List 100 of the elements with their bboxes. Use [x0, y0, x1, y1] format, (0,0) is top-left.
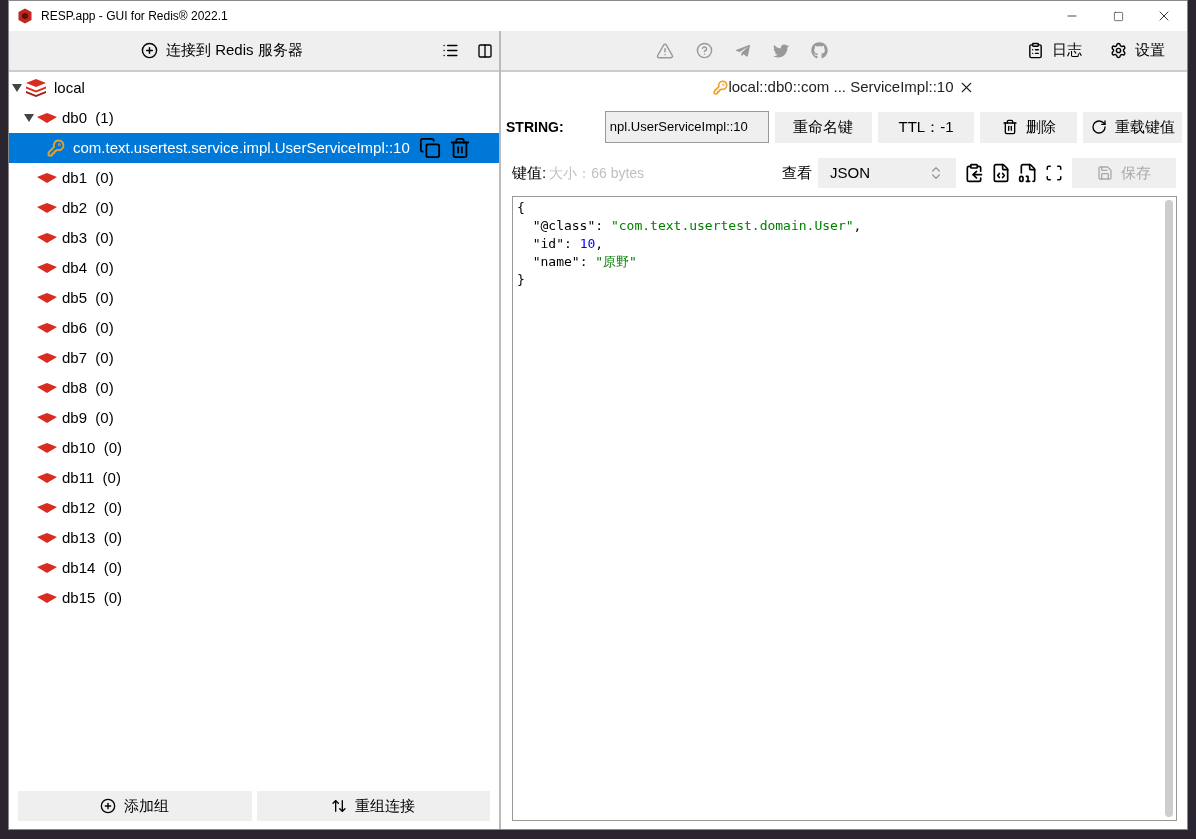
connection-item[interactable]: local	[9, 73, 499, 103]
database-item[interactable]: db8 (0)	[9, 373, 499, 403]
database-icon	[36, 412, 58, 424]
view-label: 查看	[782, 162, 812, 183]
split-view-icon[interactable]	[477, 42, 493, 59]
value-label: 键值:	[512, 162, 547, 183]
key-name-field[interactable]: npl.UserServiceImpl::10	[604, 111, 769, 143]
log-button[interactable]: 日志	[1027, 39, 1082, 62]
list-icon[interactable]	[442, 42, 459, 59]
key-item[interactable]: com.text.usertest.service.impl.UserServiceImpl::10	[9, 133, 499, 163]
database-icon	[36, 562, 58, 574]
up-down-arrows-icon	[331, 798, 348, 814]
scrollbar[interactable]	[1165, 200, 1173, 817]
database-item[interactable]: db10 (0)	[9, 433, 499, 463]
database-icon	[36, 592, 58, 604]
database-item[interactable]: db5 (0)	[9, 283, 499, 313]
database-name: db1 (0)	[62, 167, 114, 188]
reload-icon	[1090, 119, 1107, 135]
code-file-icon[interactable]	[991, 163, 1011, 183]
plus-icon	[141, 42, 158, 59]
maximize-icon[interactable]	[1112, 10, 1124, 22]
database-icon	[36, 382, 58, 394]
database-name: db11 (0)	[62, 467, 121, 488]
key-name: com.text.usertest.service.impl.UserServiceImpl::10	[73, 137, 410, 158]
database-name: db7 (0)	[62, 347, 114, 368]
database-name: db10 (0)	[62, 437, 123, 458]
database-item[interactable]: db2 (0)	[9, 193, 499, 223]
database-name: db4 (0)	[62, 257, 114, 278]
database-name: db0 (1)	[62, 107, 114, 128]
value-size: 大小：66 bytes	[549, 163, 645, 183]
database-item[interactable]: db9 (0)	[9, 403, 499, 433]
database-icon	[36, 442, 58, 454]
database-icon	[36, 262, 58, 274]
down-triangle-icon[interactable]	[11, 83, 23, 93]
database-name: db14 (0)	[62, 557, 123, 578]
connect-button[interactable]: 连接到 Redis 服务器	[141, 39, 303, 62]
database-item[interactable]: db0 (1)	[9, 103, 499, 133]
database-item[interactable]: db14 (0)	[9, 553, 499, 583]
database-name: db5 (0)	[62, 287, 114, 308]
regroup-button[interactable]: 重组连接	[256, 791, 490, 821]
stack-icon	[25, 78, 47, 98]
database-icon	[36, 112, 58, 124]
database-name: db8 (0)	[62, 377, 114, 398]
database-item[interactable]: db3 (0)	[9, 223, 499, 253]
database-item[interactable]: db11 (0)	[9, 463, 499, 493]
window-title: RESP.app - GUI for Redis® 2022.1	[41, 8, 228, 25]
trash-icon	[1001, 119, 1018, 135]
delete-button[interactable]: 删除	[980, 111, 1078, 143]
database-item[interactable]: db6 (0)	[9, 313, 499, 343]
down-triangle-icon[interactable]	[23, 113, 35, 123]
copy-icon[interactable]	[419, 137, 441, 159]
database-icon	[36, 352, 58, 364]
delete-icon[interactable]	[449, 137, 471, 159]
clipboard-icon[interactable]	[964, 163, 984, 183]
database-icon	[36, 472, 58, 484]
database-name: db9 (0)	[62, 407, 114, 428]
database-item[interactable]: db15 (0)	[9, 583, 499, 613]
database-item[interactable]: db7 (0)	[9, 343, 499, 373]
key-icon	[713, 80, 729, 95]
code-line: "name": "原野"	[531, 253, 637, 271]
gear-icon	[1110, 42, 1127, 59]
key-icon	[47, 139, 65, 157]
format-select[interactable]: JSON	[818, 158, 956, 188]
database-icon	[36, 322, 58, 334]
value-editor[interactable]: { "@class": "com.text.usertest.domain.User", "id": 10, "name": "原野" }	[512, 196, 1177, 821]
database-icon	[36, 202, 58, 214]
database-item[interactable]: db12 (0)	[9, 493, 499, 523]
database-name: db3 (0)	[62, 227, 114, 248]
database-icon	[36, 232, 58, 244]
code-line: "id": 10,	[531, 235, 604, 253]
floppy-icon	[1097, 165, 1113, 181]
database-icon	[36, 502, 58, 514]
database-icon	[36, 292, 58, 304]
database-name: db12 (0)	[62, 497, 123, 518]
tab-label: local::db0::com ... ServiceImpl::10	[728, 77, 954, 98]
database-icon	[36, 532, 58, 544]
database-item[interactable]: db4 (0)	[9, 253, 499, 283]
key-type: STRING:	[506, 117, 565, 137]
ttl-button[interactable]: TTL：-1	[877, 111, 975, 143]
fullscreen-icon[interactable]	[1045, 164, 1063, 182]
key-tab[interactable]: local::db0::com ... ServiceImpl::10	[713, 76, 975, 99]
code-line: {	[517, 199, 525, 217]
database-name: db13 (0)	[62, 527, 123, 548]
clipboard-icon	[1027, 42, 1044, 59]
database-item[interactable]: db13 (0)	[9, 523, 499, 553]
rename-button[interactable]: 重命名键	[774, 111, 872, 143]
database-item[interactable]: db1 (0)	[9, 163, 499, 193]
settings-button[interactable]: 设置	[1110, 39, 1165, 62]
code-line: }	[517, 271, 525, 289]
add-group-button[interactable]: 添加组	[18, 791, 252, 821]
database-icon	[36, 172, 58, 184]
connection-name: local	[54, 77, 85, 98]
binary-file-icon[interactable]	[1018, 163, 1038, 183]
plus-icon	[100, 798, 117, 814]
reload-button[interactable]: 重载键值	[1083, 111, 1182, 143]
app-logo-icon	[17, 8, 33, 24]
database-name: db6 (0)	[62, 317, 114, 338]
database-name: db15 (0)	[62, 587, 123, 608]
code-line: "@class": "com.text.usertest.domain.User",	[531, 217, 862, 235]
database-name: db2 (0)	[62, 197, 114, 218]
